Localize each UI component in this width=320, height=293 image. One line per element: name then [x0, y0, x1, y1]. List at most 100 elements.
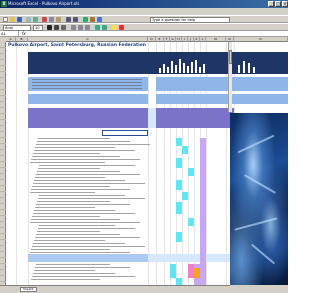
cell-text	[37, 201, 110, 202]
underline-icon[interactable]	[61, 25, 66, 30]
summary-band	[28, 94, 148, 104]
sheet-title: Pulkovo Airport, Saint Petersburg, Russi…	[8, 43, 146, 48]
header-bar	[248, 63, 250, 73]
section-header	[28, 108, 234, 128]
chart-icon[interactable]	[97, 17, 102, 22]
status-cell	[188, 168, 194, 176]
header-bar	[163, 64, 165, 73]
gridline	[16, 42, 17, 285]
status-cell	[182, 192, 188, 200]
maximize-icon[interactable]: □	[275, 1, 281, 7]
excel-window: X Microsoft Excel - Pulkovo Airport.xls …	[0, 0, 288, 293]
redo-icon[interactable]	[73, 17, 78, 22]
font-color-icon[interactable]	[119, 25, 124, 30]
fill-color-icon[interactable]	[112, 25, 117, 30]
cell-text	[36, 174, 140, 175]
cell-text	[33, 183, 145, 184]
cut-icon[interactable]	[42, 17, 47, 22]
status-cell	[188, 218, 194, 226]
scroll-thumb[interactable]	[229, 50, 232, 64]
summary-band	[234, 77, 288, 91]
preview-icon[interactable]	[33, 17, 38, 22]
save-icon[interactable]	[17, 17, 22, 22]
cell-text	[35, 267, 130, 268]
cell-text	[30, 162, 105, 163]
status-cell	[182, 146, 188, 154]
cell-text	[39, 195, 125, 196]
selected-cell[interactable]	[102, 130, 148, 136]
header-bar	[171, 61, 173, 73]
cell-text	[35, 147, 115, 148]
sum-icon[interactable]	[83, 17, 88, 22]
cell-text	[38, 228, 135, 229]
cell-text	[32, 85, 142, 86]
minimize-icon[interactable]: _	[268, 1, 274, 7]
cell-text	[31, 279, 100, 280]
bold-icon[interactable]	[47, 25, 52, 30]
cell-text	[37, 171, 120, 172]
cell-text	[34, 210, 115, 211]
close-icon[interactable]: ×	[282, 1, 288, 7]
open-icon[interactable]	[10, 17, 15, 22]
sheet-tab[interactable]: Sheet1	[20, 287, 37, 292]
header-bar	[159, 68, 161, 73]
cell-text	[32, 186, 110, 187]
cell-text	[30, 252, 130, 253]
cell-text	[34, 240, 105, 241]
cell-text	[33, 153, 100, 154]
cell-text	[37, 231, 100, 232]
cell-text	[38, 198, 145, 199]
status-cell	[170, 264, 176, 278]
status-cell	[176, 138, 182, 146]
header-bar	[179, 59, 181, 73]
cell-text	[32, 156, 120, 157]
cell-text	[34, 180, 125, 181]
header-bar	[243, 61, 245, 73]
cell-text	[32, 79, 142, 80]
status-cell	[176, 158, 182, 168]
cell-text	[39, 225, 115, 226]
print-icon[interactable]	[26, 17, 31, 22]
sort-icon[interactable]	[90, 17, 95, 22]
paste-icon[interactable]	[56, 17, 61, 22]
align-right-icon[interactable]	[85, 25, 90, 30]
cell-text	[35, 207, 95, 208]
undo-icon[interactable]	[66, 17, 71, 22]
status-cell	[176, 180, 182, 190]
new-icon[interactable]	[3, 17, 8, 22]
italic-icon[interactable]	[54, 25, 59, 30]
status-cell	[176, 232, 182, 242]
cell-text	[34, 270, 95, 271]
excel-icon[interactable]: X	[1, 1, 7, 7]
cell-text	[33, 273, 115, 274]
header-bar	[195, 60, 197, 73]
header-bar	[203, 64, 205, 73]
cell-text	[32, 276, 135, 277]
menu-bar: File Edit View Insert Format Tools Data …	[0, 8, 288, 24]
summary-band	[156, 77, 206, 91]
status-cell	[176, 202, 182, 214]
header-bar	[175, 65, 177, 73]
status-cell	[194, 268, 200, 278]
currency-icon[interactable]	[95, 25, 100, 30]
cell-text	[36, 144, 150, 145]
align-left-icon[interactable]	[71, 25, 76, 30]
cell-text	[31, 249, 110, 250]
header-bar	[191, 62, 193, 73]
header-block	[28, 52, 148, 74]
header-bar	[253, 67, 255, 73]
header-bar	[187, 66, 189, 73]
header-bar	[167, 67, 169, 73]
formatting-toolbar: Arial 10	[0, 23, 288, 31]
cell-text	[35, 237, 140, 238]
align-center-icon[interactable]	[78, 25, 83, 30]
status-cell	[176, 278, 182, 285]
background-image	[230, 113, 288, 285]
cell-text	[32, 216, 100, 217]
vertical-scrollbar[interactable]	[228, 42, 232, 112]
summary-band	[234, 94, 288, 104]
header-bar	[183, 63, 185, 73]
standard-toolbar: Type a question for help	[0, 15, 288, 23]
percent-icon[interactable]	[102, 25, 107, 30]
copy-icon[interactable]	[49, 17, 54, 22]
